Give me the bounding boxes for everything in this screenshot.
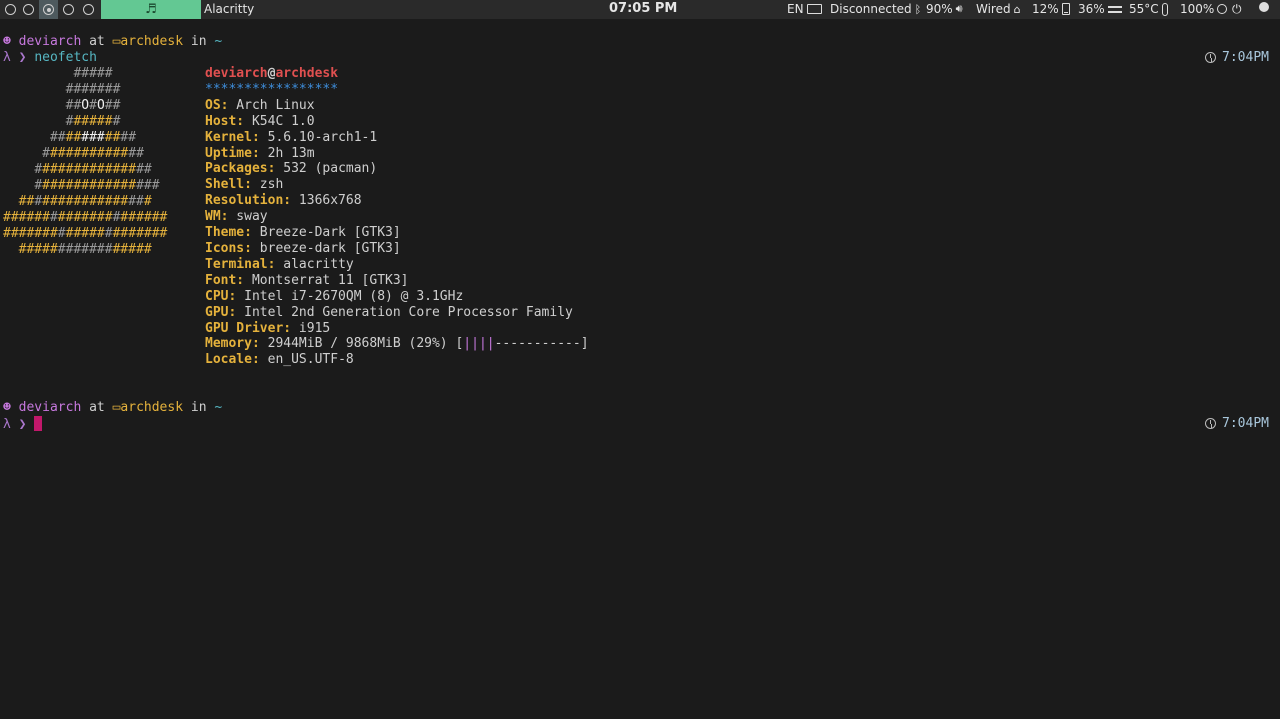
- top-bar: ♬ Alacritty 07:05 PM EN Disconnected ᛒ 9…: [0, 0, 1280, 19]
- prompt-line-1: ☻ deviarch at ▭archdesk in ~: [3, 34, 223, 49]
- workspace-circle-icon: [63, 4, 74, 15]
- ram-status[interactable]: 36%: [1078, 2, 1122, 16]
- notification-icon: [1259, 2, 1269, 12]
- workspace-2-button[interactable]: [21, 2, 36, 17]
- workspace-circle-icon: [23, 4, 34, 15]
- prompt-time-1: 7:04PM: [1205, 50, 1269, 65]
- bluetooth-status[interactable]: Disconnected ᛒ: [830, 2, 921, 16]
- bluetooth-icon: ᛒ: [914, 2, 922, 16]
- workspace-circle-icon: [5, 4, 16, 15]
- workspace-active-icon: [43, 4, 54, 15]
- volume-icon: 🔊︎: [955, 2, 963, 15]
- prompt-user: deviarch: [18, 34, 82, 49]
- command-text: neofetch: [34, 50, 97, 65]
- window-title: Alacritty: [204, 2, 255, 16]
- keyboard-icon: [806, 4, 822, 14]
- cpu-icon: [1061, 3, 1070, 15]
- cpu-status[interactable]: 12%: [1032, 2, 1070, 16]
- arch-ascii-logo: ##### ####### ##O#O## ####### ##########…: [3, 66, 168, 257]
- prompt-symbol: λ ❯: [3, 50, 27, 65]
- notification-button[interactable]: [1259, 2, 1269, 12]
- neofetch-user: deviarch: [205, 66, 268, 81]
- music-widget[interactable]: ♬: [101, 0, 201, 19]
- prompt-line-2: ☻ deviarch at ▭archdesk in ~: [3, 400, 223, 415]
- workspace-5-button[interactable]: [81, 2, 96, 17]
- prompt-time-2: 7:04PM: [1205, 416, 1269, 431]
- alien-icon: ☻: [3, 400, 11, 415]
- workspace-4-button[interactable]: [61, 2, 76, 17]
- neofetch-host: archdesk: [275, 66, 339, 81]
- memory-bar-free: -----------]: [494, 336, 589, 352]
- prompt-dir: ~: [214, 34, 223, 49]
- workspace-circle-icon: [83, 4, 94, 15]
- command-line-1: λ ❯ neofetch: [3, 50, 97, 66]
- workspace-1-button[interactable]: [3, 2, 18, 17]
- prompt-host: archdesk: [120, 34, 184, 49]
- command-line-2[interactable]: λ ❯: [3, 416, 43, 433]
- terminal-cursor[interactable]: [34, 416, 43, 431]
- thermometer-icon: [1161, 2, 1168, 16]
- power-icon: ⏻: [1232, 2, 1242, 16]
- clock-icon: [1205, 418, 1217, 429]
- memory-bar-used: ||||: [463, 336, 495, 352]
- volume-status[interactable]: 90% 🔊︎: [926, 2, 963, 16]
- workspace-3-button[interactable]: [39, 0, 58, 19]
- music-note-icon: ♬: [145, 2, 157, 17]
- battery-circle-icon: [1217, 4, 1228, 14]
- clock-icon: [1205, 52, 1217, 63]
- neofetch-separator: *****************: [205, 81, 339, 97]
- keyboard-layout[interactable]: EN: [787, 2, 822, 16]
- memory-icon: [1107, 5, 1122, 13]
- alien-icon: ☻: [3, 34, 11, 49]
- temperature-status[interactable]: 55°C: [1129, 2, 1168, 16]
- power-button[interactable]: ⏻: [1232, 2, 1242, 17]
- wired-network-icon: ⌂: [1013, 2, 1021, 16]
- battery-status[interactable]: 100%: [1180, 2, 1228, 16]
- clock[interactable]: 07:05 PM: [609, 1, 677, 16]
- network-status[interactable]: Wired ⌂: [976, 2, 1021, 16]
- neofetch-info: deviarch@archdesk ***************** OS: …: [205, 66, 589, 368]
